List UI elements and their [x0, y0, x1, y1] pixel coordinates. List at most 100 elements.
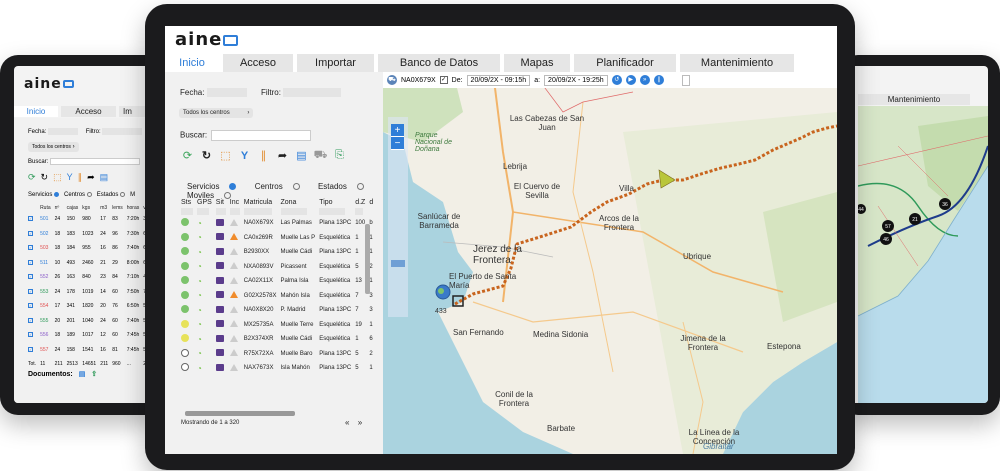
row-checkbox[interactable]: ✓ — [28, 317, 33, 323]
left-doc-file-icon[interactable]: ▤ — [79, 371, 86, 378]
tab-importar[interactable]: Importar — [297, 54, 374, 72]
vertical-scrollbar[interactable] — [365, 224, 370, 294]
col-matricula[interactable]: Matricula — [242, 198, 279, 207]
left-col-kgs[interactable]: kgs — [80, 204, 98, 212]
col-sts[interactable]: Sts — [179, 198, 195, 207]
left-reload-icon[interactable]: ↻ — [41, 172, 49, 183]
left-filter-icon[interactable]: Y — [67, 172, 73, 183]
row-checkbox[interactable]: ✓ — [28, 259, 33, 265]
filter-icon[interactable]: Y — [238, 149, 251, 162]
table-row[interactable]: ✓51110493246021298:00h6 — [26, 256, 151, 271]
left-col-lems[interactable]: lems — [110, 204, 125, 212]
left-filtro-input[interactable] — [102, 128, 143, 135]
tab-inicio[interactable]: Inicio — [165, 54, 219, 72]
table-row[interactable]: ◔ CA02X11X Palma Isla Esquelética 13 1 — [179, 274, 373, 289]
table-row[interactable]: ◔ B2930XX Muelle Cádi Plana 13PC 1 1 — [179, 245, 373, 260]
fast-forward-icon[interactable]: » — [639, 75, 650, 85]
route-map[interactable]: + − 433 Parque Nacional de Doñana Las Ca… — [383, 72, 837, 454]
tab-planificador[interactable]: Planificador — [574, 54, 676, 72]
left-centros-select[interactable]: Todos los centros › — [28, 142, 79, 152]
buscar-input[interactable] — [211, 130, 312, 141]
centros-select[interactable]: Todos los centros › — [179, 108, 254, 118]
select-area-icon[interactable]: ⬚ — [219, 149, 232, 162]
left-refresh-icon[interactable]: ⟳ — [28, 172, 36, 183]
row-checkbox[interactable]: ✓ — [28, 346, 33, 352]
date-to-input[interactable]: 20/09/2X - 19:25h — [544, 74, 608, 86]
col-sit[interactable]: Sit — [214, 198, 228, 207]
col-gps[interactable]: GPS — [195, 198, 214, 207]
left-col-m3[interactable]: m3 — [98, 204, 110, 212]
zoom-in-icon[interactable]: + — [391, 124, 404, 137]
table-row[interactable]: ✓5031818495516867:40h6 — [26, 241, 151, 256]
tab-mapas[interactable]: Mapas — [504, 54, 570, 72]
col-dz[interactable]: d.Z — [353, 198, 367, 207]
table-row[interactable]: ◔ B2X374XR Muelle Cádi Esquelética 1 6 — [179, 332, 373, 347]
replay-icon[interactable]: ↺ — [611, 75, 622, 85]
table-row[interactable]: ✓55324178101914607:50h7 — [26, 285, 151, 300]
table-row[interactable]: ◔ NXA0893V Picassent Esquelética 5 2 — [179, 260, 373, 275]
truck-icon[interactable]: ⛟ — [314, 149, 328, 162]
table-row[interactable]: ◔ NA0X679X Las Palmas Plana 13PC 100 b — [179, 216, 373, 231]
tab-acceso[interactable]: Acceso — [223, 54, 293, 72]
pane-handle[interactable] — [391, 260, 405, 267]
table-row[interactable]: ✓55417341182020766:50h5 — [26, 299, 151, 314]
filtro-input[interactable] — [283, 88, 342, 98]
right-map[interactable]: 44 57 46 21 36 — [858, 106, 988, 403]
zoom-out-icon[interactable]: − — [391, 137, 404, 150]
table-row[interactable]: ◔ NAX7673X Isla Mahón Plana 13PC 5 1 — [179, 361, 373, 376]
table-row[interactable]: ✓50218183102324967:30h6 — [26, 227, 151, 242]
table-row[interactable]: ✓55724158154116817:45h5 — [26, 343, 151, 358]
left-fecha-input[interactable] — [48, 128, 79, 135]
left-col-n[interactable]: nº — [53, 204, 65, 212]
row-checkbox[interactable]: ✓ — [28, 303, 33, 309]
truck-route-icon[interactable]: ⛟ — [387, 75, 397, 85]
table-row[interactable]: ◔ G02X2578X Mahón Isla Esquelética 7 3 — [179, 289, 373, 304]
date-from-input[interactable]: 20/09/2X - 09:15h — [466, 74, 531, 86]
filter-servicios[interactable]: Servicios — [187, 182, 244, 191]
share-icon[interactable]: ➦ — [276, 149, 289, 162]
filter-estados[interactable]: Estados — [318, 182, 372, 191]
left-filter-centros[interactable]: Centros — [64, 192, 85, 198]
table-row[interactable]: ◔ NA0X8X20 P. Madrid Plana 13PC 7 3 — [179, 303, 373, 318]
left-filter-estados[interactable]: Estados — [97, 192, 119, 198]
table-row[interactable]: ✓5012415098017837:20h3 — [26, 212, 151, 227]
row-checkbox[interactable]: ✓ — [28, 245, 33, 251]
left-buscar-input[interactable] — [50, 158, 141, 165]
table-row[interactable]: ◔ R75X72XA Muelle Baro Plana 13PC 5 2 — [179, 347, 373, 362]
fecha-input[interactable] — [206, 88, 247, 98]
next-page-icon[interactable]: » — [358, 418, 362, 427]
right-tab-mantenimiento[interactable]: Mantenimiento — [858, 94, 970, 105]
left-doc-upload-icon[interactable]: ⇪ — [91, 371, 97, 378]
pause-icon[interactable]: ∥ — [653, 75, 664, 85]
row-checkbox[interactable]: ✓ — [28, 230, 33, 236]
refresh-icon[interactable]: ⟳ — [181, 149, 194, 162]
col-d[interactable]: d. — [367, 198, 373, 207]
left-share-icon[interactable]: ➦ — [87, 172, 95, 183]
export-icon[interactable]: ⎘ — [333, 149, 346, 162]
reload-icon[interactable]: ↻ — [200, 149, 213, 162]
table-row[interactable]: ◔ MX25735A Muelle Terre Esquelética 19 1 — [179, 318, 373, 333]
play-icon[interactable]: ▶ — [625, 75, 636, 85]
columns-icon[interactable]: ∥ — [257, 149, 270, 162]
table-row[interactable]: ✓55618189101712607:45h5 — [26, 328, 151, 343]
left-filter-servicios[interactable]: Servicios — [28, 192, 52, 198]
row-checkbox[interactable]: ✓ — [28, 288, 33, 294]
col-tipo[interactable]: Tipo — [317, 198, 353, 207]
table-row[interactable]: ✓55520201104024607:40h5 — [26, 314, 151, 329]
tab-banco-de-datos[interactable]: Banco de Datos — [378, 54, 500, 72]
row-checkbox[interactable]: ✓ — [28, 274, 33, 280]
table-row[interactable]: ✓5522616384023847:10h4 — [26, 270, 151, 285]
left-tab-inicio[interactable]: Inicio — [14, 106, 58, 117]
left-col-cajas[interactable]: cajas — [65, 204, 81, 212]
vehicle-checkbox[interactable]: ✓ — [439, 76, 448, 84]
left-doc-icon[interactable]: ▤ — [100, 172, 109, 183]
timeline-slider[interactable] — [681, 74, 690, 86]
filter-centros[interactable]: Centros — [255, 182, 308, 191]
prev-page-icon[interactable]: « — [345, 418, 349, 427]
left-filter-moviles[interactable]: M — [130, 192, 135, 198]
col-inc[interactable]: Inc — [228, 198, 242, 207]
document-icon[interactable]: ▤ — [295, 149, 308, 162]
row-checkbox[interactable]: ✓ — [28, 332, 33, 338]
table-row[interactable]: ◔ CA0x269R Muelle Las P Esquelética 1 1 — [179, 231, 373, 246]
left-col-horas[interactable]: horas — [125, 204, 142, 212]
